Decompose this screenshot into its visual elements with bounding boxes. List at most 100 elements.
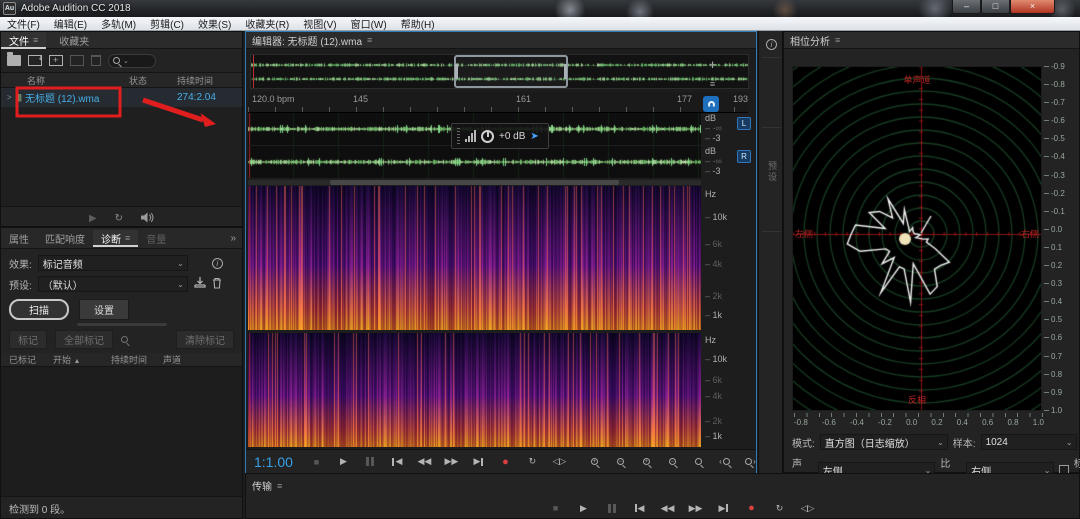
panel-menu-icon[interactable]: ≡ bbox=[33, 35, 38, 45]
clear-marks-button[interactable]: 清除标记 bbox=[176, 330, 234, 349]
fast-forward-button[interactable]: ▶▶ bbox=[442, 454, 461, 470]
waveform-right-channel[interactable] bbox=[248, 146, 701, 178]
transport-header[interactable]: 传输 ≡ bbox=[246, 477, 1079, 494]
menu-item-6[interactable]: 视图(V) bbox=[296, 16, 343, 31]
skip-start-button[interactable]: ◀ bbox=[630, 500, 649, 516]
minimize-button[interactable]: – bbox=[952, 0, 981, 14]
menu-item-0[interactable]: 文件(F) bbox=[0, 16, 47, 31]
loop-icon[interactable]: ↻ bbox=[115, 213, 123, 224]
scan-button[interactable]: 扫描 bbox=[9, 299, 69, 320]
info-icon[interactable]: i bbox=[212, 258, 223, 269]
zoom-in-time-button[interactable]: + bbox=[637, 454, 656, 470]
volume-hud[interactable]: +0 dB ➤ bbox=[451, 123, 549, 149]
title-bar[interactable]: Au Adobe Audition CC 2018 – □ × bbox=[0, 0, 1080, 17]
panel-menu-icon[interactable]: ≡ bbox=[277, 481, 282, 491]
overview-selection-box[interactable] bbox=[454, 55, 568, 88]
tab-diagnostics[interactable]: 诊断 ≡ bbox=[93, 230, 138, 247]
preview-play-icon[interactable]: ▶ bbox=[89, 213, 97, 224]
files-column-header[interactable]: 名称 状态 持续时间 bbox=[1, 73, 242, 88]
file-name[interactable]: 无标题 (12).wma bbox=[25, 90, 99, 105]
close-button[interactable]: × bbox=[1010, 0, 1055, 14]
hud-grip-icon[interactable] bbox=[457, 128, 460, 144]
skip-end-button[interactable]: ▶ bbox=[469, 454, 488, 470]
menu-item-3[interactable]: 剪辑(C) bbox=[143, 16, 191, 31]
save-preset-icon[interactable] bbox=[194, 277, 206, 291]
mode-select[interactable]: 直方图（日志缩放） ⌄ bbox=[820, 434, 948, 450]
panel-menu-icon[interactable]: ≡ bbox=[367, 35, 372, 45]
preset-select[interactable]: （默认） ⌄ bbox=[38, 276, 188, 292]
column-duration[interactable]: 持续时间 bbox=[111, 353, 147, 366]
rewind-button[interactable]: ◀◀ bbox=[658, 500, 677, 516]
play-button[interactable]: ▶ bbox=[574, 500, 593, 516]
collapsed-preset-tab[interactable]: 预设 bbox=[766, 161, 779, 183]
panel-menu-icon[interactable]: ≡ bbox=[835, 35, 840, 45]
column-name[interactable]: 名称 bbox=[27, 74, 45, 87]
right-channel-button[interactable]: R bbox=[737, 150, 751, 163]
stop-button[interactable]: ■ bbox=[546, 500, 565, 516]
monitor-icon[interactable] bbox=[703, 96, 719, 112]
effect-select[interactable]: 标记音频 ⌄ bbox=[38, 255, 188, 271]
time-display[interactable]: 1:1.00 bbox=[254, 454, 293, 470]
skip-start-button[interactable]: ◀ bbox=[388, 454, 407, 470]
skip-selection-button[interactable]: ◁▷ bbox=[550, 454, 569, 470]
column-duration[interactable]: 持续时间 bbox=[177, 74, 213, 87]
tab-volume[interactable]: 音量 bbox=[138, 230, 174, 247]
menu-item-7[interactable]: 窗口(W) bbox=[344, 16, 394, 31]
overview-waveform[interactable] bbox=[250, 54, 749, 89]
menu-item-1[interactable]: 编辑(E) bbox=[47, 16, 94, 31]
loop-playback-button[interactable]: ↻ bbox=[523, 454, 542, 470]
file-row[interactable]: > |||| 无标题 (12).wma 274:2.04 bbox=[1, 88, 242, 107]
settings-button[interactable]: 设置 bbox=[79, 299, 129, 320]
column-start[interactable]: 开始 ▲ bbox=[53, 353, 80, 366]
more-tabs-icon[interactable]: » bbox=[230, 233, 242, 244]
zoom-full-button[interactable] bbox=[689, 454, 708, 470]
editor-header[interactable]: 编辑器: 无标题 (12).wma ≡ bbox=[246, 32, 756, 49]
expander-icon[interactable]: > bbox=[7, 93, 12, 102]
trash-icon[interactable] bbox=[91, 55, 101, 66]
zoom-selection-left-button[interactable]: ‹ bbox=[715, 454, 734, 470]
new-file-icon[interactable] bbox=[49, 55, 63, 66]
search-marks-icon[interactable] bbox=[121, 336, 128, 343]
marks-column-header[interactable]: 已标记 开始 ▲ 持续时间 声道 bbox=[1, 353, 242, 367]
zoom-out-button[interactable]: − bbox=[611, 454, 630, 470]
skip-end-button[interactable]: ▶ bbox=[714, 500, 733, 516]
scrollbar-thumb[interactable] bbox=[330, 180, 620, 185]
speaker-icon[interactable] bbox=[141, 212, 154, 226]
rewind-button[interactable]: ◀◀ bbox=[415, 454, 434, 470]
menu-item-4[interactable]: 效果(S) bbox=[191, 16, 238, 31]
phase-header[interactable]: 相位分析 ≡ bbox=[784, 32, 1079, 49]
insert-multitrack-icon[interactable] bbox=[70, 55, 84, 66]
move-tool-icon[interactable]: ✛ bbox=[705, 58, 720, 73]
tab-match-loudness[interactable]: 匹配响度 bbox=[37, 230, 93, 247]
sample-select[interactable]: 1024 ⌄ bbox=[981, 434, 1077, 450]
time-ruler[interactable]: 120.0 bpm 145 161 177 193 bbox=[248, 92, 748, 113]
panel-resize-grip[interactable] bbox=[77, 323, 167, 326]
record-button[interactable]: ● bbox=[742, 500, 761, 516]
fast-forward-button[interactable]: ▶▶ bbox=[686, 500, 705, 516]
pin-icon[interactable]: ➤ bbox=[530, 131, 538, 142]
maximize-button[interactable]: □ bbox=[981, 0, 1010, 14]
horizontal-scrollbar[interactable] bbox=[248, 180, 701, 185]
menu-item-5[interactable]: 收藏夹(R) bbox=[238, 16, 296, 31]
menu-item-8[interactable]: 帮助(H) bbox=[394, 16, 442, 31]
record-button[interactable]: ● bbox=[496, 454, 515, 470]
column-status[interactable]: 状态 bbox=[129, 74, 147, 87]
spectrogram-right-channel[interactable] bbox=[248, 333, 701, 447]
loop-playback-button[interactable]: ↻ bbox=[770, 500, 789, 516]
delete-preset-icon[interactable] bbox=[212, 277, 222, 292]
tab-favorites[interactable]: 收藏夹 bbox=[51, 32, 97, 49]
zoom-out-time-button[interactable]: − bbox=[663, 454, 682, 470]
skip-selection-button[interactable]: ◁▷ bbox=[798, 500, 817, 516]
play-button[interactable]: ▶ bbox=[334, 454, 353, 470]
pause-button[interactable] bbox=[602, 500, 621, 516]
mark-all-button[interactable]: 全部标记 bbox=[55, 330, 113, 349]
spectrogram-left-channel[interactable] bbox=[248, 186, 701, 330]
stop-button[interactable]: ■ bbox=[307, 454, 326, 470]
panel-menu-icon[interactable]: ≡ bbox=[125, 233, 130, 243]
volume-knob[interactable] bbox=[481, 130, 494, 143]
info-icon[interactable]: i bbox=[766, 39, 777, 50]
zoom-in-button[interactable]: + bbox=[585, 454, 604, 470]
left-channel-button[interactable]: L bbox=[737, 117, 751, 130]
mark-button[interactable]: 标记 bbox=[9, 330, 47, 349]
open-file-icon[interactable] bbox=[7, 55, 21, 66]
